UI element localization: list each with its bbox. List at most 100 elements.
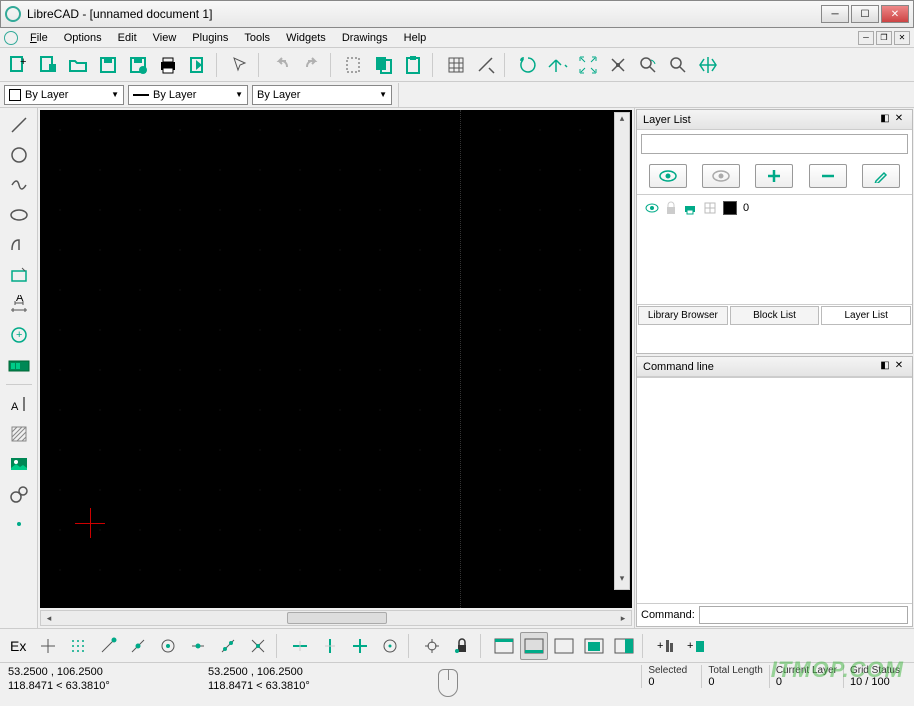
new-file-button[interactable]: + bbox=[4, 51, 32, 79]
layer-edit-button[interactable] bbox=[862, 164, 900, 188]
dimension-tool[interactable]: A bbox=[5, 292, 33, 318]
text-tool[interactable]: A bbox=[5, 391, 33, 417]
menu-drawings[interactable]: Drawings bbox=[334, 30, 396, 46]
layer-show-all-button[interactable] bbox=[649, 164, 687, 188]
menu-edit[interactable]: Edit bbox=[110, 30, 145, 46]
snap-endpoint-button[interactable] bbox=[94, 632, 122, 660]
panel-float-button[interactable]: ◧ bbox=[878, 360, 892, 374]
new-from-template-button[interactable] bbox=[34, 51, 62, 79]
info-tool[interactable] bbox=[5, 352, 33, 378]
restrict-horizontal-button[interactable] bbox=[286, 632, 314, 660]
print-button[interactable] bbox=[154, 51, 182, 79]
draft-mode-button[interactable] bbox=[472, 51, 500, 79]
exclusive-snap-label[interactable]: Ex bbox=[4, 638, 32, 654]
menu-view[interactable]: View bbox=[145, 30, 185, 46]
scrollbar-thumb[interactable] bbox=[287, 612, 387, 624]
add-block-button[interactable]: + bbox=[682, 632, 710, 660]
line-tool[interactable] bbox=[5, 112, 33, 138]
layer-filter-input[interactable] bbox=[641, 134, 908, 154]
print-preview-button[interactable] bbox=[184, 51, 212, 79]
snap-intersection-button[interactable] bbox=[244, 632, 272, 660]
tab-layer-list[interactable]: Layer List bbox=[821, 306, 911, 325]
menu-help[interactable]: Help bbox=[396, 30, 435, 46]
lock-relative-zero-button[interactable] bbox=[448, 632, 476, 660]
set-relative-zero-button[interactable] bbox=[418, 632, 446, 660]
save-as-button[interactable] bbox=[124, 51, 152, 79]
open-file-button[interactable] bbox=[64, 51, 92, 79]
image-tool[interactable] bbox=[5, 451, 33, 477]
restrict-vertical-button[interactable] bbox=[316, 632, 344, 660]
scroll-down-icon[interactable]: ▾ bbox=[615, 573, 629, 589]
close-button[interactable]: ✕ bbox=[881, 5, 909, 23]
grid-toggle-button[interactable] bbox=[442, 51, 470, 79]
menu-widgets[interactable]: Widgets bbox=[278, 30, 334, 46]
menu-plugins[interactable]: Plugins bbox=[184, 30, 236, 46]
layer-add-button[interactable] bbox=[755, 164, 793, 188]
tab-block-list[interactable]: Block List bbox=[730, 306, 820, 325]
panel-close-button[interactable]: ✕ bbox=[892, 113, 906, 127]
save-file-button[interactable] bbox=[94, 51, 122, 79]
drawing-canvas[interactable]: ▴ ▾ bbox=[40, 110, 632, 608]
zoom-extents-button[interactable] bbox=[694, 51, 722, 79]
layer-remove-button[interactable] bbox=[809, 164, 847, 188]
tile-button[interactable] bbox=[610, 632, 638, 660]
paste-button[interactable] bbox=[400, 51, 428, 79]
mdi-restore-button[interactable]: ❐ bbox=[876, 31, 892, 45]
restrict-orthogonal-button[interactable] bbox=[346, 632, 374, 660]
layer-hide-all-button[interactable] bbox=[702, 164, 740, 188]
minimize-button[interactable]: ─ bbox=[821, 5, 849, 23]
mdi-close-button[interactable]: ✕ bbox=[894, 31, 910, 45]
cursor-button[interactable] bbox=[226, 51, 254, 79]
redo-button[interactable] bbox=[298, 51, 326, 79]
circle-tool[interactable] bbox=[5, 142, 33, 168]
zoom-previous-button[interactable] bbox=[604, 51, 632, 79]
snap-free-button[interactable] bbox=[34, 632, 62, 660]
curve-tool[interactable] bbox=[5, 172, 33, 198]
vertical-scrollbar[interactable]: ▴ ▾ bbox=[614, 112, 630, 590]
hatch-tool[interactable] bbox=[5, 421, 33, 447]
command-input[interactable] bbox=[699, 606, 908, 624]
add-layer-button[interactable]: + bbox=[652, 632, 680, 660]
menu-tools[interactable]: Tools bbox=[236, 30, 278, 46]
point-tool[interactable] bbox=[5, 511, 33, 537]
tab-mode-button[interactable] bbox=[520, 632, 548, 660]
fullscreen-button[interactable] bbox=[490, 632, 518, 660]
scroll-up-icon[interactable]: ▴ bbox=[615, 113, 629, 129]
zoom-pan-button[interactable] bbox=[664, 51, 692, 79]
polyline-tool[interactable] bbox=[5, 232, 33, 258]
mdi-minimize-button[interactable]: ─ bbox=[858, 31, 874, 45]
modify-tool[interactable]: + bbox=[5, 322, 33, 348]
maximize-button[interactable]: ☐ bbox=[851, 5, 879, 23]
undo-button[interactable] bbox=[268, 51, 296, 79]
copy-button[interactable] bbox=[370, 51, 398, 79]
scroll-right-icon[interactable]: ▸ bbox=[615, 613, 631, 624]
menu-options[interactable]: Options bbox=[56, 30, 110, 46]
zoom-window-button[interactable] bbox=[634, 51, 662, 79]
cascade-button[interactable] bbox=[580, 632, 608, 660]
zoom-in-button[interactable] bbox=[544, 51, 572, 79]
snap-center-button[interactable] bbox=[154, 632, 182, 660]
panel-float-button[interactable]: ◧ bbox=[878, 113, 892, 127]
color-combo[interactable]: By Layer ▼ bbox=[4, 85, 124, 105]
scroll-left-icon[interactable]: ◂ bbox=[41, 613, 57, 624]
cut-button[interactable] bbox=[340, 51, 368, 79]
block-tool[interactable] bbox=[5, 481, 33, 507]
snap-middle-button[interactable] bbox=[184, 632, 212, 660]
layer-row[interactable]: 0 bbox=[641, 199, 908, 217]
zoom-redraw-button[interactable] bbox=[514, 51, 542, 79]
panel-close-button[interactable]: ✕ bbox=[892, 360, 906, 374]
snap-grid-button[interactable] bbox=[64, 632, 92, 660]
snap-on-entity-button[interactable] bbox=[124, 632, 152, 660]
restrict-nothing-button[interactable] bbox=[376, 632, 404, 660]
tab-library-browser[interactable]: Library Browser bbox=[638, 306, 728, 325]
horizontal-scrollbar[interactable]: ◂ ▸ bbox=[40, 610, 632, 626]
ellipse-tool[interactable] bbox=[5, 202, 33, 228]
linewidth-combo[interactable]: By Layer ▼ bbox=[128, 85, 248, 105]
zoom-auto-button[interactable] bbox=[574, 51, 602, 79]
linetype-combo[interactable]: By Layer ▼ bbox=[252, 85, 392, 105]
select-tool[interactable] bbox=[5, 262, 33, 288]
window-mode-button[interactable] bbox=[550, 632, 578, 660]
menu-file[interactable]: FFileile bbox=[22, 30, 56, 46]
app-menu-icon[interactable] bbox=[4, 31, 18, 45]
snap-distance-button[interactable] bbox=[214, 632, 242, 660]
